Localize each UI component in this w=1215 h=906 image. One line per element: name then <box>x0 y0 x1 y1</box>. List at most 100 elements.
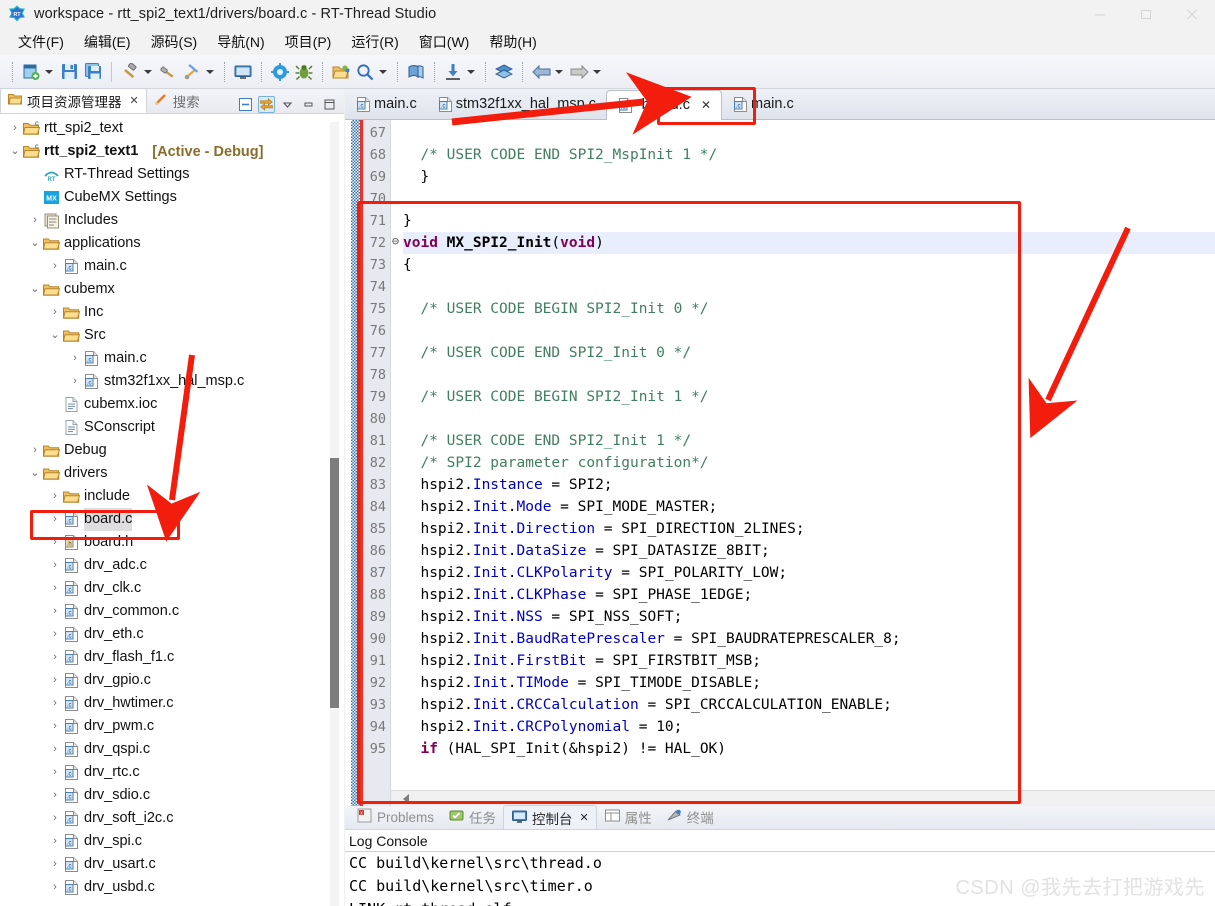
close-icon[interactable]: ✕ <box>580 811 589 824</box>
code-line[interactable]: hspi2.Init.BaudRatePrescaler = SPI_BAUDR… <box>403 628 1215 650</box>
debug-bug-icon[interactable] <box>293 60 315 84</box>
back-arrow-icon[interactable] <box>530 60 552 84</box>
editor-tab--board-c[interactable]: .c *board.c ✕ <box>605 90 723 120</box>
maximize-icon[interactable] <box>1123 0 1169 28</box>
chevron-right-icon[interactable]: › <box>48 830 62 853</box>
tree-item-drv-eth-c[interactable]: › .c drv_eth.c <box>0 623 344 646</box>
chevron-right-icon[interactable]: › <box>48 623 62 646</box>
chevron-right-icon[interactable]: › <box>48 853 62 876</box>
code-line[interactable] <box>403 276 1215 298</box>
new-project-icon[interactable] <box>20 60 42 84</box>
tree-item-drv-spi-c[interactable]: › .c drv_spi.c <box>0 830 344 853</box>
chevron-right-icon[interactable]: › <box>48 255 62 278</box>
code-line[interactable] <box>403 364 1215 386</box>
tree-item-src[interactable]: ⌄ Src <box>0 324 344 347</box>
tree-item-drv-sdio-c[interactable]: › .c drv_sdio.c <box>0 784 344 807</box>
tree-item-sconscript[interactable]: SConscript <box>0 416 344 439</box>
forward-dropdown-arrow[interactable] <box>591 60 603 84</box>
build-dropdown-arrow[interactable] <box>142 60 154 84</box>
menu-window[interactable]: 窗口(W) <box>409 30 480 54</box>
chevron-right-icon[interactable]: › <box>48 669 62 692</box>
tree-item-rtt-spi2-text[interactable]: › Crtt_spi2_text <box>0 117 344 140</box>
chevron-down-icon[interactable]: ⌄ <box>48 324 62 347</box>
menu-project[interactable]: 项目(P) <box>275 30 342 54</box>
tree-item-drv-usart-c[interactable]: › .c drv_usart.c <box>0 853 344 876</box>
tree-item-drv-pwm-c[interactable]: › .c drv_pwm.c <box>0 715 344 738</box>
menu-navigate[interactable]: 导航(N) <box>207 30 274 54</box>
chevron-right-icon[interactable]: › <box>48 876 62 899</box>
tree-item-drv-usbd-c[interactable]: › .c drv_usbd.c <box>0 876 344 899</box>
chevron-right-icon[interactable]: › <box>48 301 62 324</box>
chevron-right-icon[interactable]: › <box>48 807 62 830</box>
chevron-down-icon[interactable]: ⌄ <box>8 140 22 163</box>
chevron-right-icon[interactable]: › <box>48 761 62 784</box>
menu-run[interactable]: 运行(R) <box>341 30 408 54</box>
menu-source[interactable]: 源码(S) <box>141 30 208 54</box>
project-tree[interactable]: › Crtt_spi2_text ⌄ Crtt_spi2_text1 [Active -… <box>0 114 344 906</box>
code-line[interactable]: hspi2.Init.DataSize = SPI_DATASIZE_8BIT; <box>403 540 1215 562</box>
code-line[interactable]: /* USER CODE END SPI2_Init 1 */ <box>403 430 1215 452</box>
tree-item-drv-qspi-c[interactable]: › .c drv_qspi.c <box>0 738 344 761</box>
code-line[interactable] <box>403 188 1215 210</box>
editor-tab-main-c[interactable]: .c main.c <box>345 89 427 119</box>
code-line[interactable]: { <box>403 254 1215 276</box>
close-icon[interactable] <box>1169 0 1215 28</box>
minimize-view-icon[interactable] <box>300 96 317 113</box>
code-line[interactable]: hspi2.Init.Mode = SPI_MODE_MASTER; <box>403 496 1215 518</box>
tree-item-main-c[interactable]: › .c main.c <box>0 255 344 278</box>
close-icon[interactable]: ✕ <box>130 94 139 107</box>
tree-item-inc[interactable]: › Inc <box>0 301 344 324</box>
menu-file[interactable]: 文件(F) <box>8 30 74 54</box>
bottom-tab-任务[interactable]: 任务 <box>441 805 503 829</box>
chevron-right-icon[interactable]: › <box>28 439 42 462</box>
tree-item-drv-adc-c[interactable]: › .c drv_adc.c <box>0 554 344 577</box>
tree-item-rt-thread-settings[interactable]: RT RT-Thread Settings <box>0 163 344 186</box>
tree-item-includes[interactable]: › Includes <box>0 209 344 232</box>
chevron-right-icon[interactable]: › <box>48 784 62 807</box>
layers-icon[interactable] <box>493 60 515 84</box>
chevron-right-icon[interactable]: › <box>28 209 42 232</box>
chevron-right-icon[interactable]: › <box>68 370 82 393</box>
tree-scrollbar-thumb[interactable] <box>330 458 339 708</box>
save-all-icon[interactable] <box>82 60 104 84</box>
tree-item-cubemx-settings[interactable]: MX CubeMX Settings <box>0 186 344 209</box>
chevron-down-icon[interactable]: ⌄ <box>28 462 42 485</box>
chevron-right-icon[interactable]: › <box>48 715 62 738</box>
tree-item-board-c[interactable]: › .c board.c <box>0 508 344 531</box>
code-line[interactable]: /* SPI2 parameter configuration*/ <box>403 452 1215 474</box>
tab-project-explorer[interactable]: 项目资源管理器 ✕ <box>0 88 147 113</box>
download-dropdown-arrow[interactable] <box>465 60 477 84</box>
search-dropdown-arrow[interactable] <box>377 60 389 84</box>
code-line[interactable]: } <box>403 210 1215 232</box>
back-dropdown-arrow[interactable] <box>553 60 565 84</box>
tab-search[interactable]: 搜索 <box>147 88 207 113</box>
build-config-icon[interactable] <box>181 60 203 84</box>
minimize-icon[interactable] <box>1077 0 1123 28</box>
chevron-right-icon[interactable]: › <box>48 577 62 600</box>
code-line[interactable] <box>403 320 1215 342</box>
tree-item-main-c[interactable]: › .c main.c <box>0 347 344 370</box>
bottom-tab-problems[interactable]: x Problems <box>349 805 441 829</box>
chevron-right-icon[interactable]: › <box>48 738 62 761</box>
chevron-right-icon[interactable]: › <box>48 600 62 623</box>
menu-help[interactable]: 帮助(H) <box>479 30 546 54</box>
code-editor[interactable]: 67 68 69 70 71 72 ⊖ 73 74 75 76 77 78 79 80 81 82 83 84 85 8… <box>345 120 1215 806</box>
save-icon[interactable] <box>58 60 80 84</box>
tree-item-drv-flash-f1-c[interactable]: › .c drv_flash_f1.c <box>0 646 344 669</box>
tree-item-applications[interactable]: ⌄ applications <box>0 232 344 255</box>
tree-item-drv-rtc-c[interactable]: › .c drv_rtc.c <box>0 761 344 784</box>
bookmark-icon[interactable] <box>405 60 427 84</box>
new-dropdown-arrow[interactable] <box>43 60 55 84</box>
chevron-right-icon[interactable]: › <box>48 692 62 715</box>
chevron-right-icon[interactable]: › <box>48 531 62 554</box>
tree-item-drv-gpio-c[interactable]: › .c drv_gpio.c <box>0 669 344 692</box>
tree-item-rtt-spi2-text1[interactable]: ⌄ Crtt_spi2_text1 [Active - Debug] <box>0 140 344 163</box>
build-hammer-icon[interactable] <box>119 60 141 84</box>
close-icon[interactable]: ✕ <box>701 98 711 112</box>
tree-item-drv-soft-i2c-c[interactable]: › .c drv_soft_i2c.c <box>0 807 344 830</box>
chevron-right-icon[interactable]: › <box>48 485 62 508</box>
code-line[interactable] <box>403 408 1215 430</box>
code-line[interactable]: hspi2.Init.CRCCalculation = SPI_CRCCALCU… <box>403 694 1215 716</box>
chevron-down-icon[interactable]: ⌄ <box>28 278 42 301</box>
code-line[interactable]: void MX_SPI2_Init(void) <box>403 232 1215 254</box>
